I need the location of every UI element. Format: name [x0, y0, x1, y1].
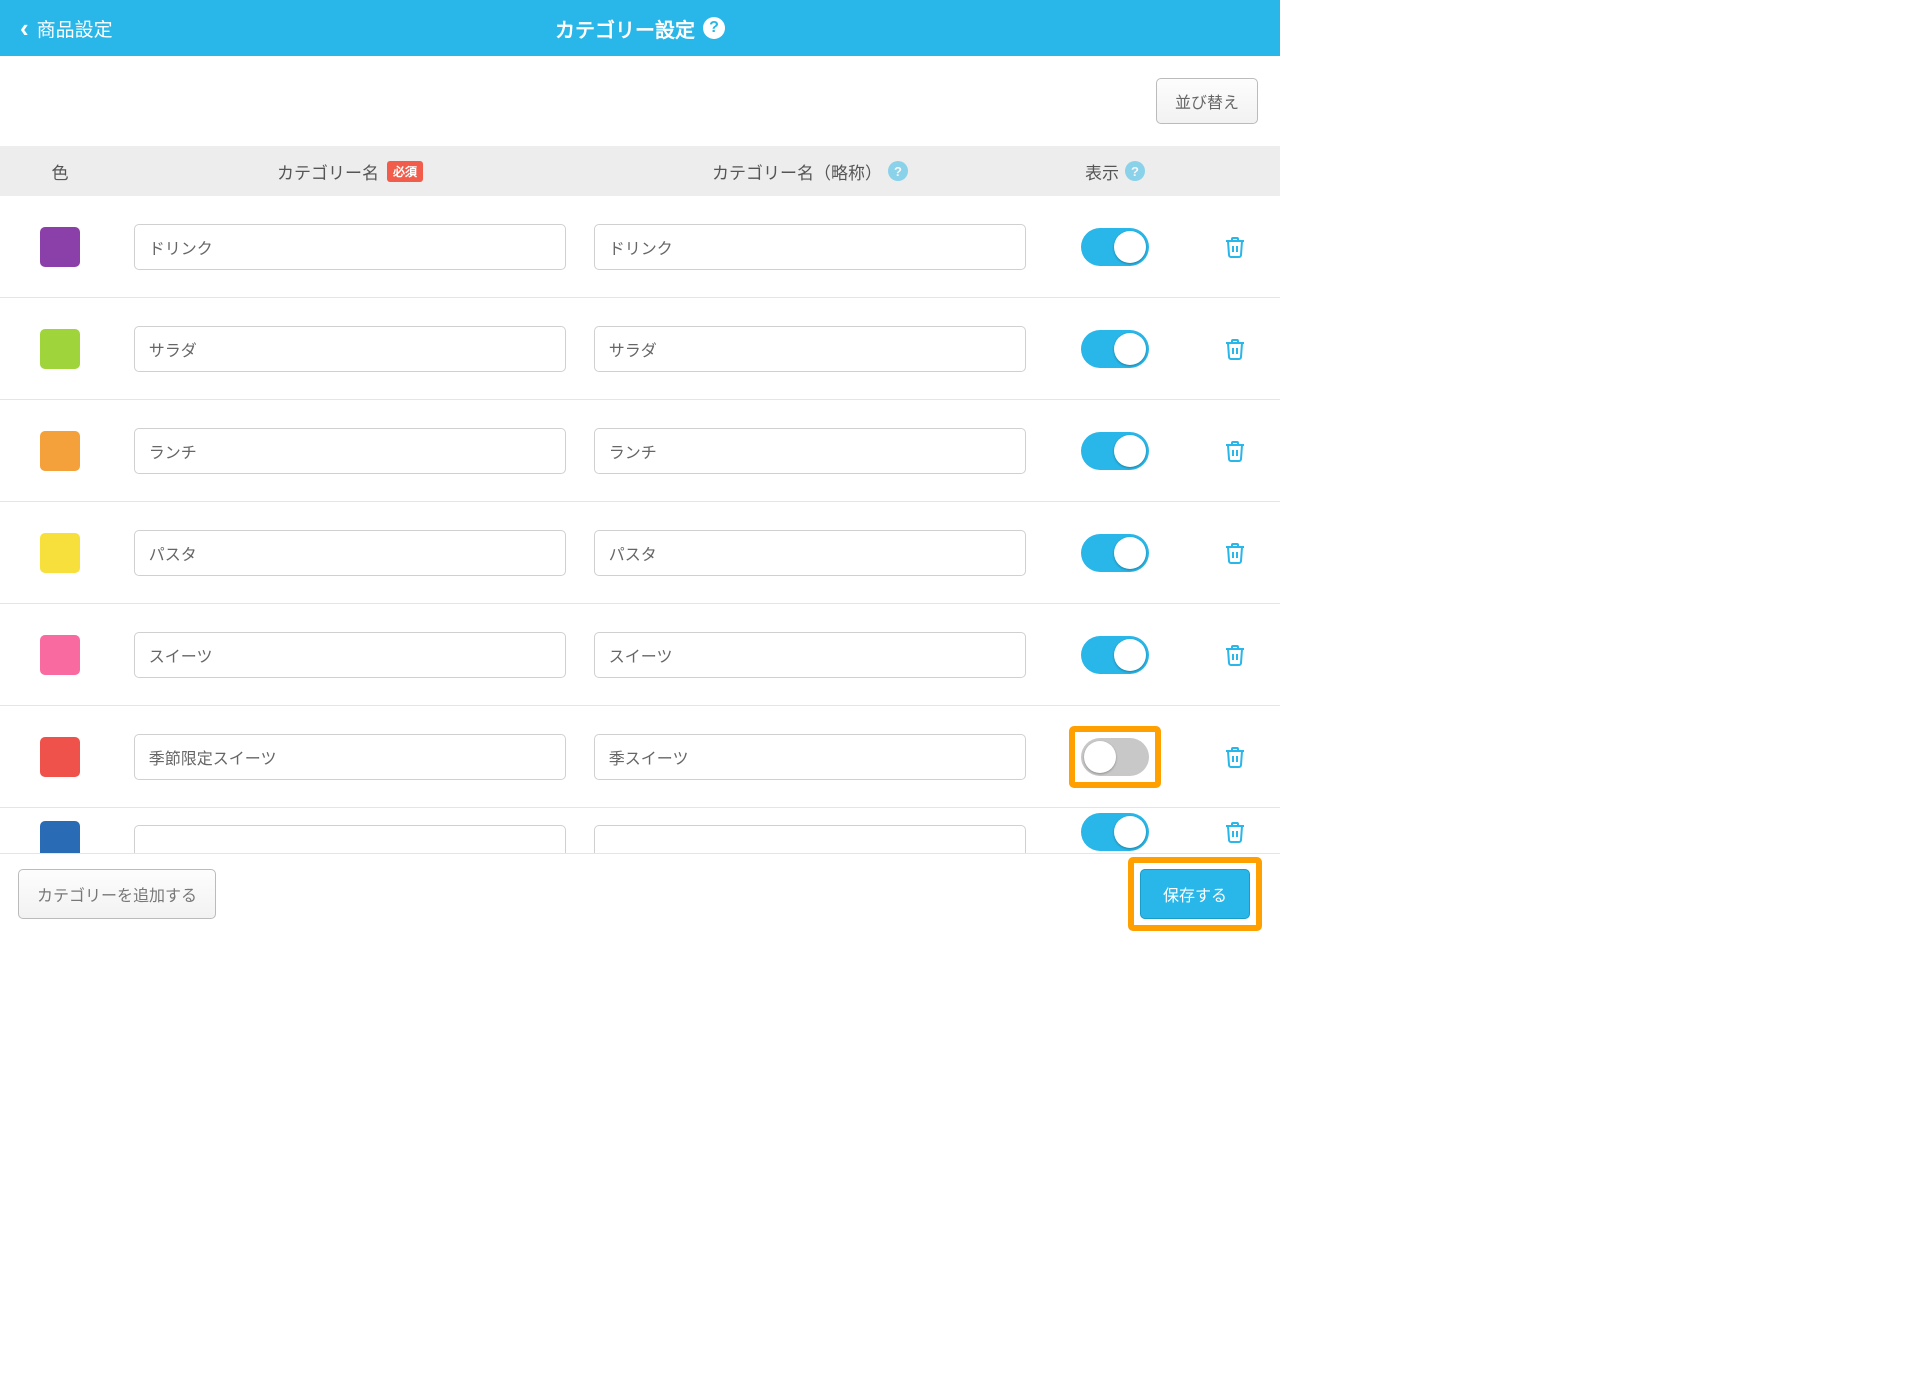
category-row: [0, 400, 1280, 502]
color-swatch[interactable]: [40, 227, 80, 267]
category-short-input[interactable]: [594, 632, 1026, 678]
trash-icon[interactable]: [1223, 643, 1247, 667]
category-short-input[interactable]: [594, 825, 1026, 857]
add-category-button[interactable]: カテゴリーを追加する: [18, 869, 216, 919]
category-name-input[interactable]: [134, 326, 566, 372]
color-swatch[interactable]: [40, 533, 80, 573]
category-name-input[interactable]: [134, 224, 566, 270]
back-button[interactable]: ‹ 商品設定: [0, 13, 113, 44]
category-short-input[interactable]: [594, 734, 1026, 780]
trash-icon[interactable]: [1223, 235, 1247, 259]
category-short-input[interactable]: [594, 530, 1026, 576]
help-icon[interactable]: ?: [703, 17, 725, 39]
col-header-name: カテゴリー名 必須: [120, 159, 580, 184]
footer-bar: カテゴリーを追加する 保存する: [0, 853, 1280, 933]
toolbar: 並び替え: [0, 56, 1280, 146]
save-highlight: 保存する: [1128, 857, 1262, 931]
category-row: [0, 502, 1280, 604]
display-toggle[interactable]: [1081, 330, 1149, 368]
display-toggle[interactable]: [1081, 813, 1149, 851]
trash-icon[interactable]: [1223, 439, 1247, 463]
save-button[interactable]: 保存する: [1140, 869, 1250, 919]
color-swatch[interactable]: [40, 431, 80, 471]
required-badge: 必須: [387, 161, 423, 182]
display-toggle[interactable]: [1081, 738, 1149, 776]
category-name-input[interactable]: [134, 632, 566, 678]
display-toggle[interactable]: [1081, 432, 1149, 470]
color-swatch[interactable]: [40, 821, 80, 857]
sort-button[interactable]: 並び替え: [1156, 78, 1258, 124]
category-row: [0, 298, 1280, 400]
color-swatch[interactable]: [40, 329, 80, 369]
display-toggle[interactable]: [1081, 534, 1149, 572]
display-toggle[interactable]: [1081, 636, 1149, 674]
help-icon[interactable]: ?: [1125, 161, 1145, 181]
category-row: [0, 706, 1280, 808]
trash-icon[interactable]: [1223, 337, 1247, 361]
category-rows: [0, 196, 1280, 856]
col-header-display: 表示 ?: [1040, 159, 1190, 184]
category-name-input[interactable]: [134, 428, 566, 474]
app-header: ‹ 商品設定 カテゴリー設定 ?: [0, 0, 1280, 56]
category-name-input[interactable]: [134, 825, 566, 857]
color-swatch[interactable]: [40, 635, 80, 675]
category-short-input[interactable]: [594, 428, 1026, 474]
category-row: [0, 604, 1280, 706]
chevron-left-icon: ‹: [20, 13, 29, 44]
trash-icon[interactable]: [1223, 541, 1247, 565]
col-header-color: 色: [0, 159, 120, 184]
toggle-highlight: [1069, 726, 1161, 788]
color-swatch[interactable]: [40, 737, 80, 777]
display-toggle[interactable]: [1081, 228, 1149, 266]
category-name-input[interactable]: [134, 530, 566, 576]
category-name-input[interactable]: [134, 734, 566, 780]
help-icon[interactable]: ?: [888, 161, 908, 181]
trash-icon[interactable]: [1223, 820, 1247, 844]
back-label: 商品設定: [37, 15, 113, 42]
page-title: カテゴリー設定 ?: [555, 14, 725, 43]
trash-icon[interactable]: [1223, 745, 1247, 769]
category-row: [0, 196, 1280, 298]
category-short-input[interactable]: [594, 224, 1026, 270]
category-short-input[interactable]: [594, 326, 1026, 372]
category-row: [0, 808, 1280, 856]
col-header-short: カテゴリー名（略称） ?: [580, 159, 1040, 184]
table-header: 色 カテゴリー名 必須 カテゴリー名（略称） ? 表示 ?: [0, 146, 1280, 196]
